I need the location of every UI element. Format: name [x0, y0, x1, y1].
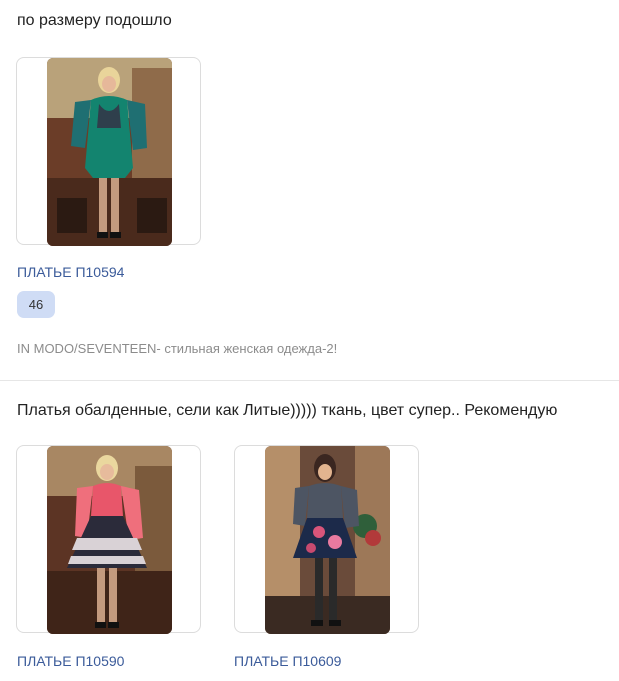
review-text: по размеру подошло [17, 12, 172, 29]
product-photo[interactable] [47, 58, 172, 246]
review-text: Платья обалденные, сели как Литые))))) т… [17, 402, 558, 419]
product-card[interactable] [234, 445, 419, 634]
size-badge: 46 [17, 291, 55, 318]
product-link[interactable]: ПЛАТЬЕ П10609 [234, 653, 341, 669]
store-name[interactable]: IN MODO/SEVENTEEN- стильная женская одеж… [17, 341, 337, 356]
product-card[interactable] [16, 445, 201, 634]
product-card[interactable] [16, 57, 201, 246]
product-photo[interactable] [265, 446, 390, 634]
review-2: Платья обалденные, сели как Литые))))) т… [0, 381, 619, 681]
product-link[interactable]: ПЛАТЬЕ П10590 [17, 653, 124, 669]
product-link[interactable]: ПЛАТЬЕ П10594 [17, 264, 124, 280]
review-1: по размеру подошло ПЛАТЬЕ П10594 46 IN M… [0, 0, 619, 380]
product-photo[interactable] [47, 446, 172, 634]
